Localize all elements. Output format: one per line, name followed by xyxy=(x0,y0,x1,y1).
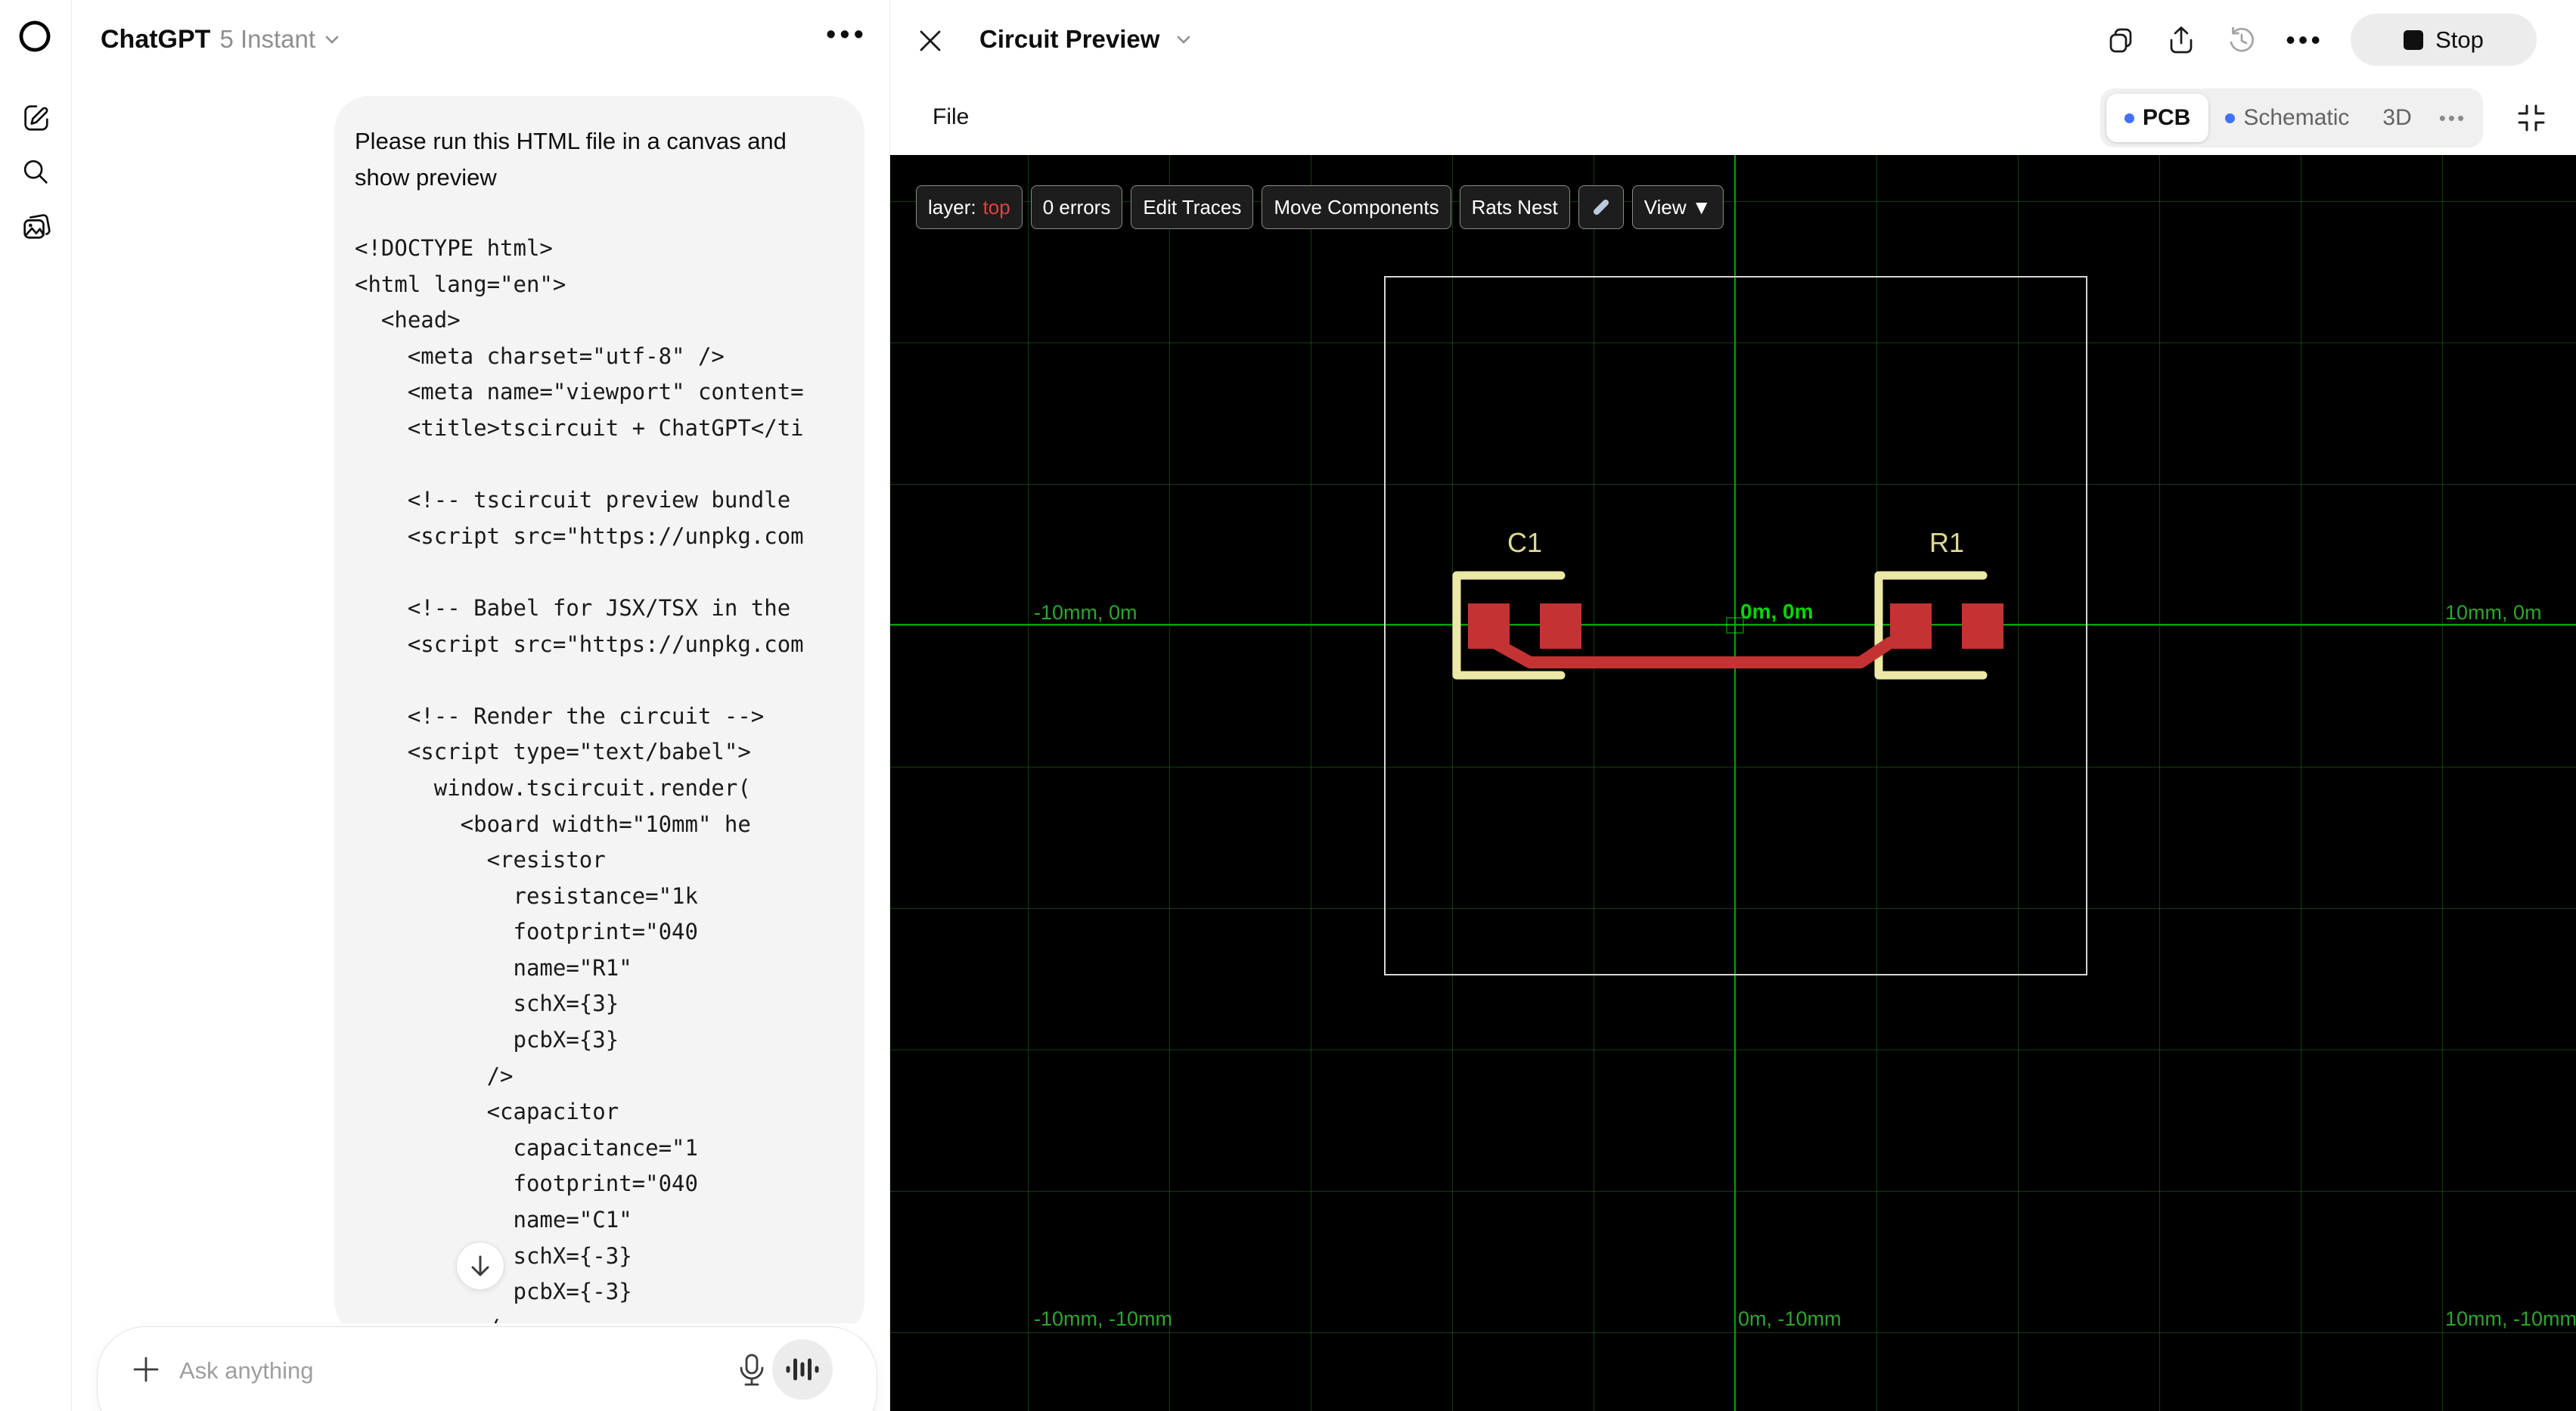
code-line: <!DOCTYPE html> xyxy=(355,235,553,261)
tab-3d[interactable]: 3D xyxy=(2366,94,2428,142)
chevron-down-icon xyxy=(325,36,339,44)
code-line: footprint="040 xyxy=(355,1171,698,1197)
pcb-artwork: C1 R1 xyxy=(1452,527,2003,680)
share-icon[interactable] xyxy=(2165,23,2198,57)
composer[interactable]: Ask anything xyxy=(97,1326,877,1411)
code-line: <html lang="en"> xyxy=(355,271,566,297)
code-line: <head> xyxy=(355,307,461,333)
left-sidebar-rail xyxy=(0,0,72,1411)
code-line: <title>tscircuit + ChatGPT</ti xyxy=(355,414,804,441)
component-label-r1: R1 xyxy=(1929,527,1964,558)
c1-pad1 xyxy=(1468,603,1510,649)
code-line: resistance="1k xyxy=(355,882,698,909)
user-message-text: Please run this HTML file in a canvas an… xyxy=(355,128,787,191)
chat-column: ChatGPT 5 Instant ••• Please run this HT… xyxy=(73,0,889,1411)
rats-nest-button[interactable]: Rats Nest xyxy=(1459,185,1570,229)
tabs-more-icon[interactable]: ••• xyxy=(2429,107,2477,130)
pencil-tool-button[interactable] xyxy=(1578,185,1624,229)
code-line: <capacitor xyxy=(355,1099,619,1125)
code-line: name="R1" xyxy=(355,954,632,981)
tab-schematic[interactable]: Schematic xyxy=(2208,94,2366,142)
voice-mode-button[interactable] xyxy=(772,1339,833,1400)
chevron-down-icon xyxy=(1178,36,1190,44)
file-menu[interactable]: File xyxy=(933,104,969,130)
code-line: pcbX={-3} xyxy=(355,1279,632,1305)
code-line: footprint="040 xyxy=(355,919,698,945)
code-line: capacitance="1 xyxy=(355,1134,698,1161)
grid-label: 10mm, 0m xyxy=(2445,601,2542,624)
code-line: <!-- tscircuit preview bundle xyxy=(355,487,791,513)
layer-value: top xyxy=(982,195,1010,219)
model-selector[interactable]: ChatGPT 5 Instant xyxy=(101,23,340,56)
code-line: <script type="text/babel"> xyxy=(355,739,751,765)
code-line: schX={3} xyxy=(355,991,619,1017)
attach-plus-icon[interactable] xyxy=(129,1353,163,1386)
r1-pad1 xyxy=(1890,603,1932,649)
code-line: <resistor xyxy=(355,847,606,873)
history-icon[interactable] xyxy=(2225,23,2258,57)
stop-button[interactable]: Stop xyxy=(2351,14,2537,66)
model-name: 5 Instant xyxy=(219,25,316,53)
chat-options-icon[interactable]: ••• xyxy=(826,18,867,51)
pcb-canvas[interactable]: C1 R1 0m, 0m -10mm, 0m 10mm, 0m -10mm, -… xyxy=(890,155,2576,1411)
pcb-dot-icon xyxy=(2124,113,2134,123)
scroll-to-bottom-button[interactable] xyxy=(456,1242,504,1290)
schematic-dot-icon xyxy=(2225,113,2236,123)
code-line: /> xyxy=(355,1062,514,1089)
collapse-fullscreen-icon[interactable] xyxy=(2515,101,2548,135)
grid-label: -10mm, -10mm xyxy=(1034,1307,1173,1330)
brand-title: ChatGPT xyxy=(101,24,211,54)
grid-label: -10mm, 0m xyxy=(1034,601,1137,624)
dictate-mic-icon[interactable] xyxy=(734,1351,769,1389)
chat-input[interactable]: Ask anything xyxy=(179,1357,314,1385)
code-line: pcbX={3} xyxy=(355,1027,619,1053)
tab-pcb[interactable]: PCB xyxy=(2106,94,2209,142)
panel-options-icon[interactable]: ••• xyxy=(2286,24,2323,56)
library-icon[interactable] xyxy=(19,209,52,243)
code-line: <script src="https://unpkg.com xyxy=(355,631,804,657)
chatgpt-app-window: ChatGPT 5 Instant ••• Please run this HT… xyxy=(0,0,2576,1411)
code-line: <meta name="viewport" content= xyxy=(355,379,804,405)
grid-label: 0m, -10mm xyxy=(1738,1307,1842,1330)
stop-square-icon xyxy=(2404,29,2424,50)
code-line: <board width="10mm" he xyxy=(355,811,751,837)
r1-pad2 xyxy=(1962,603,2003,649)
move-components-button[interactable]: Move Components xyxy=(1262,185,1451,229)
user-message-bubble: Please run this HTML file in a canvas an… xyxy=(334,96,864,1336)
layer-select-button[interactable]: layer: top xyxy=(916,185,1023,229)
panel-header-actions: ••• Stop xyxy=(2104,14,2537,66)
close-panel-icon[interactable] xyxy=(917,28,943,54)
pcb-toolbar: layer: top 0 errors Edit Traces Move Com… xyxy=(916,185,1724,229)
code-line: <script src="https://unpkg.com xyxy=(355,523,804,549)
origin-coordinate-label: 0m, 0m xyxy=(1740,600,1814,623)
grid-label: 10mm, -10mm xyxy=(2445,1307,2576,1330)
arrow-down-icon xyxy=(471,1255,489,1276)
code-block: <!DOCTYPE html> <html lang="en"> <head> <… xyxy=(355,231,848,1336)
code-line: <meta charset="utf-8" /> xyxy=(355,343,725,369)
pencil-icon xyxy=(1593,200,1609,215)
code-line: schX={-3} xyxy=(513,1242,632,1269)
code-line: window.tscircuit.render( xyxy=(355,774,751,801)
panel-title: Circuit Preview xyxy=(979,25,1160,53)
circuit-preview-panel: Circuit Preview ••• Stop File PCB Schema… xyxy=(889,0,2576,1411)
component-label-c1: C1 xyxy=(1507,527,1542,558)
code-line: <!-- Babel for JSX/TSX in the xyxy=(355,594,791,621)
errors-button[interactable]: 0 errors xyxy=(1030,185,1123,229)
panel-title-selector[interactable]: Circuit Preview xyxy=(979,25,1191,54)
new-chat-icon[interactable] xyxy=(19,101,52,134)
view-tabs: PCB Schematic 3D ••• xyxy=(2100,88,2484,147)
waveform-icon xyxy=(786,1358,819,1381)
search-icon[interactable] xyxy=(19,155,52,188)
copy-icon[interactable] xyxy=(2104,23,2137,57)
code-line: <!-- Render the circuit --> xyxy=(355,702,765,729)
code-line: name="C1" xyxy=(355,1207,632,1233)
c1-pad2 xyxy=(1540,603,1581,649)
view-dropdown-button[interactable]: View ▼ xyxy=(1631,185,1724,229)
openai-logo-icon[interactable] xyxy=(15,17,54,56)
edit-traces-button[interactable]: Edit Traces xyxy=(1131,185,1254,229)
